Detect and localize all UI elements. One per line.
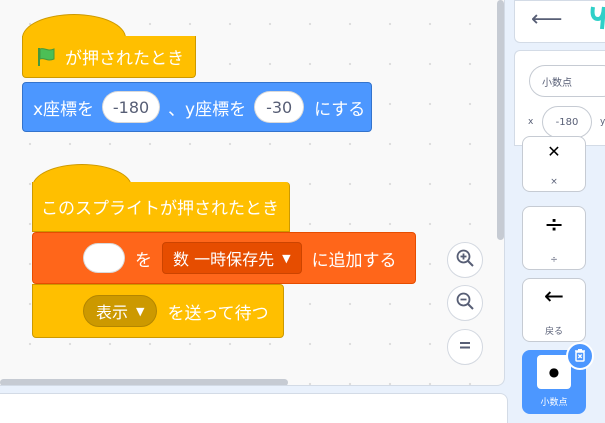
costume-item-times[interactable]: ✕ × [522, 136, 586, 192]
green-flag-icon [35, 46, 57, 68]
add-label-wo: を [135, 250, 152, 271]
costume-item-back[interactable]: ← 戻る [522, 278, 586, 342]
costume-name: 戻る [544, 327, 563, 337]
hat-label: このスプライトが押されたとき [41, 199, 279, 219]
hat-body: このスプライトが押されたとき [32, 182, 290, 232]
list-dropdown[interactable]: 数 一時保存先 ▼ [162, 242, 302, 274]
y-label: y [600, 117, 605, 127]
goto-label-end: にする [314, 99, 366, 120]
broadcast-dropdown[interactable]: 表示 ▼ [83, 295, 158, 327]
costume-name: × [550, 177, 558, 187]
zoom-reset-icon [455, 335, 475, 359]
broadcast-name: 表示 [96, 303, 129, 322]
sprite-name-field[interactable]: 小数点 [529, 65, 605, 97]
zoom-out-button[interactable] [447, 285, 483, 321]
zoom-in-icon [455, 248, 475, 272]
sprite-info-panel: 小数点 x -180 y [514, 50, 605, 146]
costume-item-divide[interactable]: ÷ ÷ [522, 206, 586, 270]
goto-label-x: x座標を [33, 99, 95, 120]
costume-name: 小数点 [540, 398, 568, 408]
zoom-in-button[interactable] [447, 242, 483, 278]
broadcast-and-wait-block[interactable]: 表示 ▼ を送って待つ [32, 284, 284, 338]
costume-name: ÷ [550, 255, 558, 265]
divide-icon: ÷ [543, 210, 565, 238]
sprite-preview-icon [589, 5, 605, 31]
x-input[interactable]: -180 [102, 91, 161, 123]
goto-xy-block[interactable]: x座標を -180 、y座標を -30 にする [22, 82, 372, 132]
arrow-left-icon: ← [543, 282, 565, 310]
list-name: 数 一時保存先 [173, 250, 275, 269]
times-icon: ✕ [547, 141, 561, 161]
delete-costume-button[interactable] [566, 342, 594, 370]
stage-header: ⟵ [514, 0, 605, 43]
add-to-list-block[interactable]: を 数 一時保存先 ▼ に追加する [32, 232, 416, 284]
item-input[interactable] [83, 243, 125, 273]
sprite-x-field[interactable]: -180 [542, 106, 592, 138]
trash-icon [573, 347, 587, 366]
chevron-down-icon: ▼ [282, 251, 291, 265]
chevron-down-icon: ▼ [136, 304, 145, 318]
code-area[interactable]: が押されたとき x座標を -180 、y座標を -30 にする このスプライトが… [0, 0, 505, 386]
add-label-end: に追加する [311, 250, 397, 271]
stage-panel [0, 393, 508, 423]
zoom-out-icon [455, 291, 475, 315]
arrow-left-icon[interactable]: ⟵ [531, 7, 563, 32]
goto-label-y: 、y座標を [168, 99, 247, 120]
hat-label: が押されたとき [65, 49, 184, 69]
zoom-reset-button[interactable] [447, 329, 483, 365]
broadcast-label: を送って待つ [167, 303, 269, 324]
costume-list: ✕ × ÷ ÷ ← 戻る ● 小数点 [514, 136, 605, 423]
vertical-scrollbar[interactable] [497, 0, 504, 240]
horizontal-scrollbar[interactable] [0, 379, 288, 385]
x-label: x [528, 117, 534, 127]
y-input[interactable]: -30 [254, 91, 305, 123]
hat-body: が押されたとき [22, 36, 196, 78]
